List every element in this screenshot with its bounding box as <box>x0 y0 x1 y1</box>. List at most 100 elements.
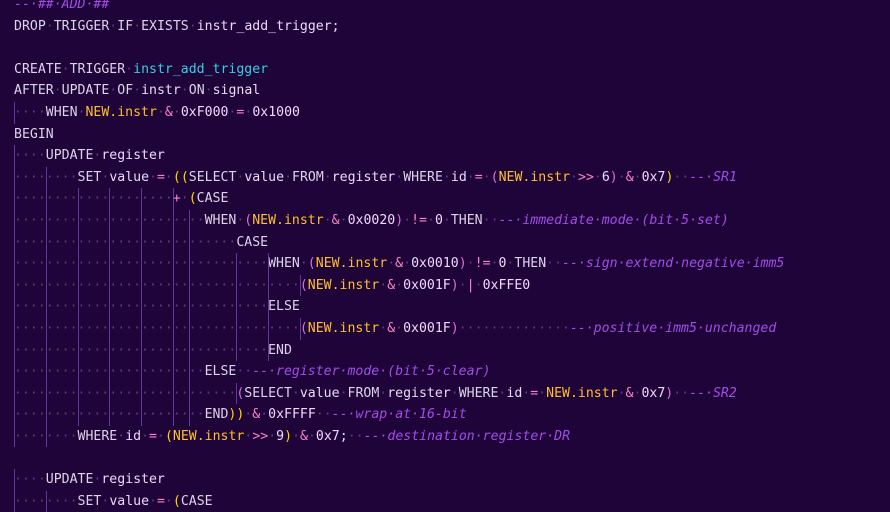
code-token-ws: · <box>482 169 491 185</box>
code-line[interactable]: ········SET·value·=·(CASE <box>14 490 890 512</box>
code-token-ws: ·· <box>482 212 499 228</box>
code-token-ws: ···························· <box>14 234 237 250</box>
code-line[interactable]: ························WHEN·(NEW.instr·… <box>14 209 890 232</box>
indent-guide <box>14 296 15 318</box>
code-token-kw: FROM <box>292 169 324 185</box>
indent-guide <box>141 339 143 362</box>
code-token-op: & <box>625 169 634 185</box>
code-token-kw: ELSE <box>268 299 300 315</box>
code-token-paren2: ) <box>450 277 459 293</box>
code-line[interactable]: ································END <box>14 339 890 362</box>
code-line[interactable]: BEGIN <box>14 124 890 146</box>
indent-guide <box>14 469 15 491</box>
code-token-num: 0x0020 <box>347 212 396 228</box>
code-line[interactable]: AFTER·UPDATE·OF·instr·ON·signal <box>14 80 890 102</box>
code-token-kw: IF <box>117 18 134 34</box>
code-line[interactable]: ········WHERE·id·=·(NEW.instr·>>·9)·&·0x… <box>14 425 890 448</box>
code-token-op: != <box>474 256 491 272</box>
code-token-num: 0x001F <box>403 320 451 336</box>
code-token-kw: WHEN <box>268 256 300 272</box>
code-token-kw: THEN <box>450 212 483 228</box>
code-editor[interactable]: --·##·ADD·## DROP·TRIGGER·IF·EXISTS·instr… <box>0 0 890 512</box>
code-token-id: instr_add_trigger <box>196 18 332 34</box>
indent-guide <box>45 317 47 340</box>
indent-guide <box>45 425 47 448</box>
code-token-ws: · <box>299 256 308 272</box>
code-line[interactable]: ························END))·&·0xFFFF··… <box>14 404 890 426</box>
code-token-kw: ON <box>188 83 205 99</box>
code-token-num: 0 <box>434 212 443 228</box>
indent-guide <box>172 274 174 297</box>
indent-guide <box>77 404 79 426</box>
code-line[interactable]: --·##·ADD·## <box>14 0 890 16</box>
code-token-ws: · <box>442 169 451 185</box>
code-line[interactable]: DROP·TRIGGER·IF·EXISTS·instr_add_trigger… <box>14 16 890 38</box>
indent-guide <box>77 296 79 318</box>
code-token-kw: THEN <box>514 256 547 272</box>
indent-guide <box>14 231 15 254</box>
indent-guide <box>236 296 238 318</box>
code-token-op: != <box>411 212 427 228</box>
code-line[interactable]: ····························CASE <box>14 231 890 254</box>
indent-guide <box>45 382 47 405</box>
code-line[interactable]: ····················+·(CASE <box>14 188 890 210</box>
code-token-ws: · <box>149 493 157 509</box>
indent-guide <box>188 274 190 297</box>
code-line[interactable]: ····························(SELECT·valu… <box>14 382 890 405</box>
indent-guide <box>268 317 270 340</box>
code-line[interactable]: ································ELSE <box>14 296 890 318</box>
code-line[interactable]: ································WHEN·(NE… <box>14 253 890 275</box>
code-token-num: 0x7 <box>641 385 666 401</box>
code-token-paren2: ) <box>609 169 618 185</box>
code-line[interactable]: ····UPDATE·register <box>14 469 890 491</box>
code-line[interactable]: CREATE·TRIGGER·instr_add_trigger <box>14 59 890 81</box>
indent-guide <box>45 490 47 512</box>
code-token-ws: · <box>617 385 626 401</box>
code-token-paren2: ) <box>458 256 467 272</box>
code-token-id: value <box>109 169 150 185</box>
code-line[interactable] <box>14 37 890 59</box>
indent-guide <box>14 145 15 167</box>
indent-guide <box>14 361 15 383</box>
indent-guide <box>141 404 143 426</box>
code-line[interactable]: ········SET·value·=·((SELECT·value·FROM·… <box>14 166 890 189</box>
indent-guide <box>14 425 15 448</box>
code-token-id: register <box>101 148 165 164</box>
indent-guide <box>172 253 174 275</box>
indent-guide <box>14 101 15 124</box>
code-token-ws: ···· <box>14 104 46 120</box>
code-token-id: id <box>506 385 523 401</box>
indent-guide <box>172 339 174 362</box>
code-token-op: & <box>387 277 396 293</box>
code-token-kw: DROP <box>14 18 46 34</box>
code-token-id: register <box>387 385 451 401</box>
code-token-ws: · <box>141 428 150 444</box>
code-token-ws: · <box>538 385 547 401</box>
code-token-ws: ···································· <box>14 320 300 336</box>
code-token-num: 0x7 <box>641 169 666 185</box>
code-token-kw: UPDATE <box>45 148 94 164</box>
code-token-kw: EXISTS <box>141 18 189 34</box>
indent-guide <box>109 339 111 362</box>
code-line[interactable]: ····WHEN·NEW.instr·&·0xF000·=·0x1000 <box>14 101 890 124</box>
code-token-ws: · <box>466 169 475 185</box>
code-token-paren2: ) <box>395 212 404 228</box>
code-token-ws: · <box>164 169 173 185</box>
code-line[interactable]: ························ELSE··--·registe… <box>14 361 890 383</box>
code-token-paren: ( <box>172 493 181 509</box>
code-token-op: & <box>331 212 340 228</box>
indent-guide <box>109 188 111 210</box>
indent-guide <box>172 382 174 405</box>
code-token-paren: )) <box>228 407 245 423</box>
code-line[interactable] <box>14 447 890 469</box>
code-token-id: signal <box>212 83 261 99</box>
code-token-new: NEW.instr <box>315 256 388 272</box>
code-line[interactable]: ····································(NEW… <box>14 274 890 297</box>
code-token-comment: --·register·mode·(bit·5·clear) <box>252 364 491 380</box>
code-line[interactable]: ····UPDATE·register <box>14 145 890 167</box>
code-token-ws: · <box>156 104 165 120</box>
indent-guide <box>236 253 238 275</box>
code-token-ws: · <box>164 493 173 509</box>
indent-guide <box>45 209 47 232</box>
code-line[interactable]: ····································(NEW… <box>14 317 890 340</box>
